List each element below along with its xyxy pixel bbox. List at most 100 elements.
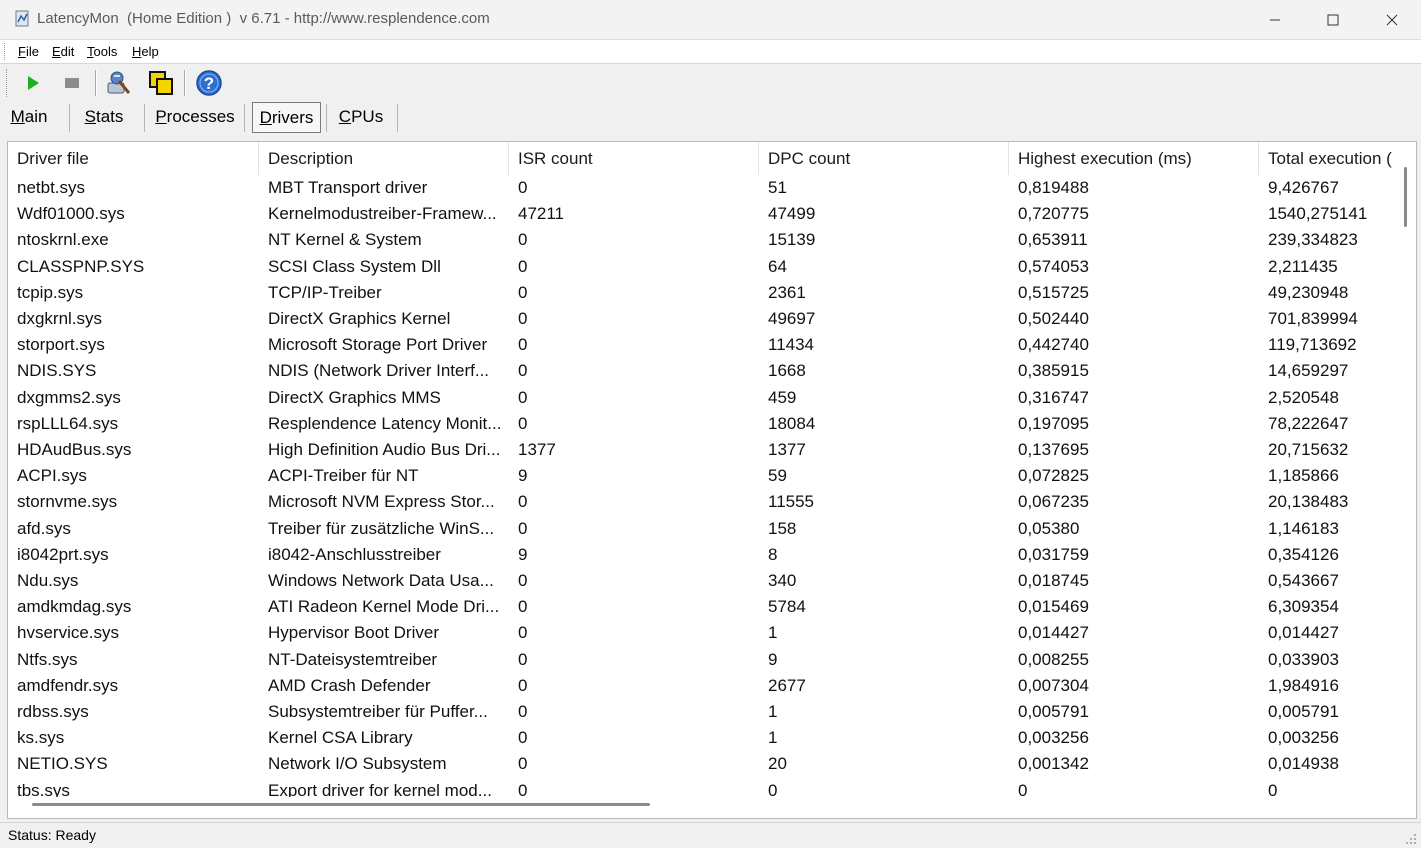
table-row[interactable]: ntoskrnl.exe NT Kernel & System 0 15139 0,65… [8, 227, 1396, 253]
tab-cpus[interactable]: C PUs [334, 101, 388, 133]
driver-file-cell: ks.sys [17, 728, 65, 747]
vertical-scrollbar[interactable] [1398, 142, 1415, 797]
description-cell: i8042-Anschlusstreiber [268, 545, 441, 564]
driver-file-cell: Ndu.sys [17, 571, 79, 590]
isr-count-cell: 0 [518, 178, 528, 197]
dpc-count-cell: 51 [768, 178, 787, 197]
table-row[interactable]: Ndu.sys Windows Network Data Usa... 0 340 0,… [8, 568, 1396, 594]
menu-help[interactable]: Help [132, 44, 159, 59]
table-row[interactable]: hvservice.sys Hypervisor Boot Driver 0 1 0,0… [8, 620, 1396, 646]
column-header-driver-file[interactable]: Driver file [8, 142, 259, 175]
start-button[interactable] [18, 68, 48, 98]
close-button[interactable] [1363, 0, 1421, 39]
horizontal-scroll-thumb[interactable] [32, 803, 650, 806]
total-execution-cell: 0,543667 [1268, 571, 1339, 590]
toolbar-separator [184, 70, 186, 96]
menu-file[interactable]: File [18, 44, 39, 59]
table-row[interactable]: tbs.sys Export driver for kernel mod... 0 0… [8, 778, 1396, 797]
table-row[interactable]: netbt.sys MBT Transport driver 0 51 0,819488… [8, 175, 1396, 201]
table-row[interactable]: tcpip.sys TCP/IP-Treiber 0 2361 0,515725 49,2… [8, 280, 1396, 306]
column-header-highest-execution[interactable]: Highest execution (ms) [1009, 142, 1259, 175]
driver-tools-button[interactable] [104, 68, 134, 98]
dpc-count-cell: 1377 [768, 440, 806, 459]
play-icon [28, 76, 39, 90]
menu-bar: File Edit Tools Help [0, 40, 1421, 64]
table-row[interactable]: HDAudBus.sys High Definition Audio Bus Dr… [8, 437, 1396, 463]
total-execution-cell: 9,426767 [1268, 178, 1339, 197]
resize-grip-icon[interactable] [1405, 833, 1417, 845]
description-cell: Network I/O Subsystem [268, 754, 447, 773]
tab-drivers[interactable]: Drivers [252, 102, 321, 133]
highest-execution-cell: 0,072825 [1018, 466, 1089, 485]
description-cell: Treiber für zusätzliche WinS... [268, 519, 495, 538]
tab-stats[interactable]: Stats [78, 101, 130, 133]
dpc-count-cell: 20 [768, 754, 787, 773]
table-row[interactable]: dxgmms2.sys DirectX Graphics MMS 0 459 0,316… [8, 385, 1396, 411]
table-row[interactable]: Wdf01000.sys Kernelmodustreiber-Framew...… [8, 201, 1396, 227]
stop-button[interactable] [57, 68, 87, 98]
column-header-dpc-count[interactable]: DPC count [759, 142, 1009, 175]
driver-file-cell: amdfendr.sys [17, 676, 119, 695]
column-header-description[interactable]: Description [259, 142, 509, 175]
isr-count-cell: 0 [518, 676, 528, 695]
table-row[interactable]: storport.sys Microsoft Storage Port Drive… [8, 332, 1396, 358]
dpc-count-cell: 8 [768, 545, 778, 564]
table-row[interactable]: CLASSPNP.SYS SCSI Class System Dll 0 64 0,57… [8, 254, 1396, 280]
minimize-button[interactable] [1246, 0, 1304, 39]
drivers-table[interactable]: Driver file Description ISR count DPC co… [7, 141, 1417, 819]
driver-file-cell: tbs.sys [17, 781, 70, 797]
table-row[interactable]: amdkmdag.sys ATI Radeon Kernel Mode Dri..… [8, 594, 1396, 620]
table-row[interactable]: afd.sys Treiber für zusätzliche WinS... 0 1… [8, 516, 1396, 542]
table-row[interactable]: stornvme.sys Microsoft NVM Express Stor..… [8, 489, 1396, 515]
total-execution-cell: 0,003256 [1268, 728, 1339, 747]
description-cell: SCSI Class System Dll [268, 257, 441, 276]
column-header-total-execution[interactable]: Total execution ( [1259, 142, 1396, 175]
tab-main[interactable]: Main [4, 101, 54, 133]
horizontal-scrollbar[interactable] [8, 797, 1398, 817]
driver-file-cell: ACPI.sys [17, 466, 87, 485]
driver-file-cell: rdbss.sys [17, 702, 89, 721]
total-execution-cell: 0,033903 [1268, 650, 1339, 669]
vertical-scroll-thumb[interactable] [1404, 167, 1407, 227]
total-execution-cell: 119,713692 [1268, 335, 1357, 354]
table-row[interactable]: ks.sys Kernel CSA Library 0 1 0,003256 0,0032… [8, 725, 1396, 751]
dpc-count-cell: 18084 [768, 414, 816, 433]
tab-processes[interactable]: Processes [152, 101, 238, 133]
table-row[interactable]: i8042prt.sys i8042-Anschlusstreiber 9 8 0,03… [8, 542, 1396, 568]
help-icon: ? [196, 70, 222, 96]
description-cell: TCP/IP-Treiber [268, 283, 382, 302]
description-cell: Windows Network Data Usa... [268, 571, 494, 590]
table-row[interactable]: NETIO.SYS Network I/O Subsystem 0 20 0,00134… [8, 751, 1396, 777]
isr-count-cell: 0 [518, 571, 528, 590]
menu-tools[interactable]: Tools [87, 44, 117, 59]
tab-separator [69, 104, 70, 132]
help-button[interactable]: ? [194, 68, 224, 98]
total-execution-cell: 1,146183 [1268, 519, 1339, 538]
driver-file-cell: dxgmms2.sys [17, 388, 121, 407]
highest-execution-cell: 0,031759 [1018, 545, 1089, 564]
table-row[interactable]: rspLLL64.sys Resplendence Latency Monit..… [8, 411, 1396, 437]
maximize-button[interactable] [1304, 0, 1362, 39]
isr-count-cell: 0 [518, 414, 528, 433]
highest-execution-cell: 0,515725 [1018, 283, 1089, 302]
driver-file-cell: rspLLL64.sys [17, 414, 119, 433]
table-row[interactable]: ACPI.sys ACPI-Treiber für NT 9 59 0,072825 1,… [8, 463, 1396, 489]
total-execution-cell: 2,211435 [1268, 257, 1338, 276]
dpc-count-cell: 459 [768, 388, 797, 407]
dpc-count-cell: 5784 [768, 597, 806, 616]
column-header-isr-count[interactable]: ISR count [509, 142, 759, 175]
driver-file-cell: amdkmdag.sys [17, 597, 132, 616]
table-row[interactable]: dxgkrnl.sys DirectX Graphics Kernel 0 49697… [8, 306, 1396, 332]
table-row[interactable]: rdbss.sys Subsystemtreiber für Puffer... 0… [8, 699, 1396, 725]
total-execution-cell: 0 [1268, 781, 1278, 797]
table-row[interactable]: NDIS.SYS NDIS (Network Driver Interf... 0 1… [8, 358, 1396, 384]
stop-icon [65, 78, 79, 88]
tab-separator [397, 104, 398, 132]
window-copy-button[interactable] [146, 68, 176, 98]
highest-execution-cell: 0,720775 [1018, 204, 1089, 223]
menu-edit[interactable]: Edit [52, 44, 74, 59]
highest-execution-cell: 0,442740 [1018, 335, 1089, 354]
table-row[interactable]: Ntfs.sys NT-Dateisystemtreiber 0 9 0,008255 0… [8, 647, 1396, 673]
close-icon [1386, 14, 1398, 25]
table-row[interactable]: amdfendr.sys AMD Crash Defender 0 2677 0,007… [8, 673, 1396, 699]
